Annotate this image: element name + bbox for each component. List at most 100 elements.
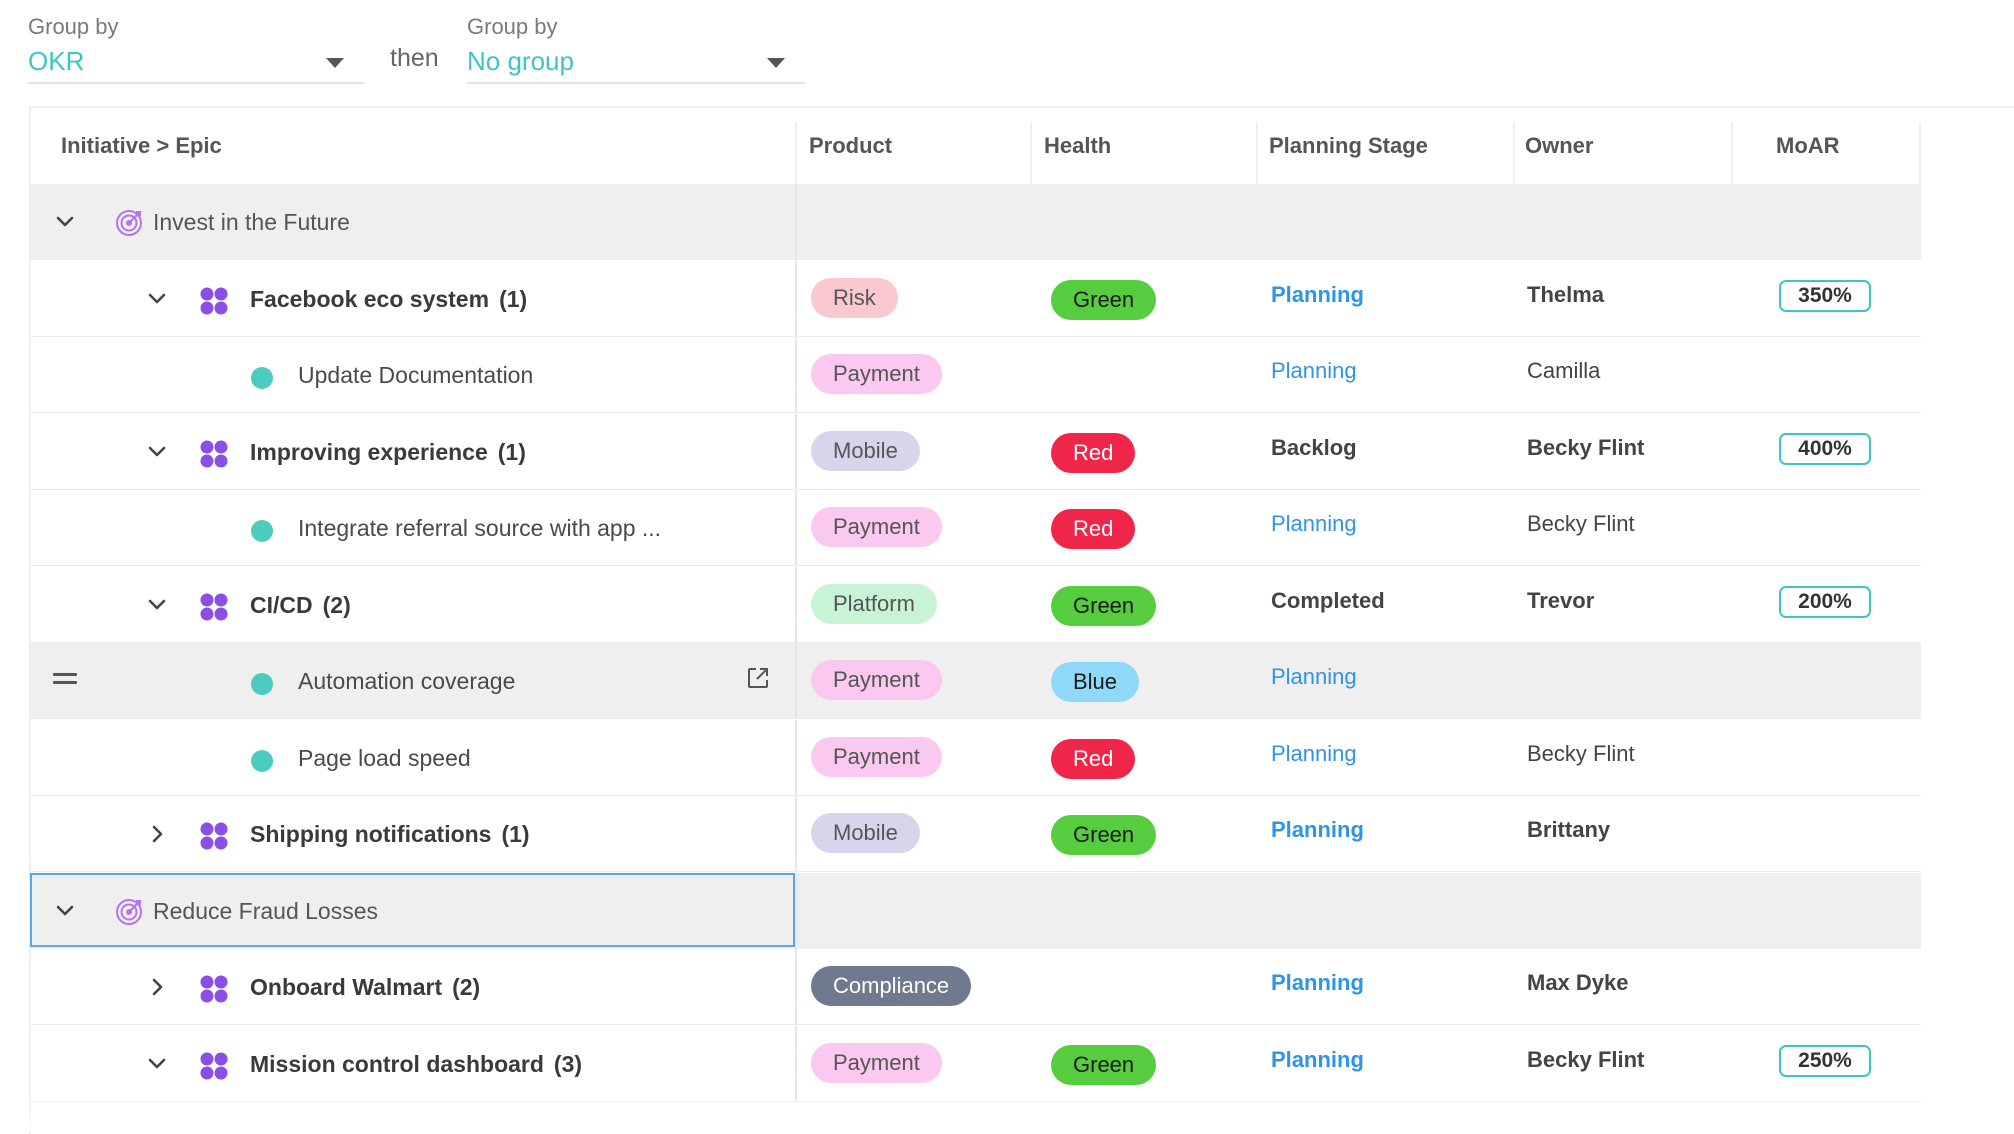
health-badge[interactable]: Blue: [1051, 662, 1140, 702]
health-badge[interactable]: Red: [1051, 509, 1136, 549]
group-by-primary-select[interactable]: Group by OKR: [28, 14, 364, 84]
epic-count: (3): [553, 1050, 583, 1077]
product-tag[interactable]: Mobile: [811, 430, 920, 471]
epic-row[interactable]: Improving experience (1) Mobile Red Backlog B…: [31, 413, 1921, 490]
drag-handle-icon[interactable]: [53, 673, 77, 687]
health-badge[interactable]: Red: [1051, 738, 1136, 779]
four-dots-icon: [199, 821, 229, 851]
chevron-down-icon[interactable]: [53, 210, 77, 234]
column-header-initiative-epic[interactable]: Initiative > Epic: [61, 108, 222, 184]
chevron-down-icon[interactable]: [53, 899, 77, 923]
chevron-right-icon[interactable]: [145, 975, 169, 999]
epic-name[interactable]: Improving experience (1): [250, 414, 526, 490]
group-row[interactable]: Invest in the Future: [31, 184, 1921, 260]
moar-badge: 200%: [1779, 585, 1871, 618]
story-name[interactable]: Update Documentation: [298, 337, 533, 413]
product-tag[interactable]: Payment: [811, 660, 942, 700]
epic-row[interactable]: CI/CD (2) Platform Green Completed Trevor 200%: [31, 566, 1921, 643]
open-external-icon[interactable]: [745, 665, 771, 691]
epic-name[interactable]: Facebook eco system (1): [250, 261, 527, 337]
story-name[interactable]: Automation coverage: [298, 643, 515, 719]
planning-stage[interactable]: Planning: [1271, 949, 1364, 1025]
column-header-moar[interactable]: MoAR: [1776, 108, 1840, 184]
caret-down-icon[interactable]: [326, 58, 344, 68]
owner-name[interactable]: Thelma: [1527, 261, 1604, 337]
health-badge[interactable]: Green: [1051, 1044, 1157, 1085]
owner-name[interactable]: Camilla: [1527, 337, 1600, 413]
owner-name[interactable]: Trevor: [1527, 567, 1594, 643]
story-row[interactable]: Update Documentation Payment Planning Camil…: [31, 337, 1921, 413]
health-badge[interactable]: Green: [1051, 585, 1157, 626]
owner-name[interactable]: Becky Flint: [1527, 414, 1644, 490]
planning-stage[interactable]: Planning: [1271, 643, 1357, 719]
product-tag[interactable]: Mobile: [811, 813, 920, 853]
caret-down-icon[interactable]: [767, 58, 785, 68]
epic-title: Facebook eco system: [250, 285, 490, 312]
column-header-health[interactable]: Health: [1044, 108, 1111, 184]
product-tag[interactable]: Payment: [811, 507, 942, 547]
chevron-down-icon[interactable]: [145, 593, 169, 617]
scroll-fade: [0, 1096, 2014, 1132]
story-name[interactable]: Page load speed: [298, 720, 471, 796]
planning-stage[interactable]: Planning: [1271, 796, 1364, 872]
group-by-secondary-select[interactable]: Group by No group: [467, 14, 805, 84]
chevron-down-icon[interactable]: [145, 440, 169, 464]
epic-name[interactable]: Shipping notifications (1): [250, 796, 530, 872]
epic-row[interactable]: Facebook eco system (1) Risk Green Planning T…: [31, 260, 1921, 337]
four-dots-icon: [199, 439, 229, 469]
planning-stage[interactable]: Planning: [1271, 720, 1357, 796]
planning-stage[interactable]: Completed: [1271, 567, 1385, 643]
group-by-primary-value[interactable]: OKR: [28, 46, 84, 77]
four-dots-icon: [199, 1051, 229, 1081]
planning-stage[interactable]: Planning: [1271, 1026, 1364, 1102]
epic-name[interactable]: Mission control dashboard (3): [250, 1026, 582, 1102]
health-badge[interactable]: Red: [1051, 432, 1136, 473]
column-header-planning-stage[interactable]: Planning Stage: [1269, 108, 1428, 184]
epic-count: (2): [322, 591, 351, 618]
column-divider: [795, 260, 797, 336]
product-tag[interactable]: Payment: [811, 354, 942, 394]
owner-name[interactable]: Brittany: [1527, 796, 1610, 872]
group-row[interactable]: Reduce Fraud Losses: [30, 872, 1921, 949]
target-icon: [113, 895, 145, 927]
product-tag[interactable]: Risk: [811, 277, 898, 318]
story-row[interactable]: Page load speed Payment Red Planning Becky F…: [31, 719, 1921, 796]
planning-stage[interactable]: Planning: [1271, 490, 1357, 566]
epic-count: (1): [501, 821, 530, 847]
planning-stage[interactable]: Planning: [1271, 337, 1357, 413]
planning-stage[interactable]: Backlog: [1271, 414, 1357, 490]
health-badge[interactable]: Green: [1051, 815, 1157, 855]
owner-name[interactable]: Max Dyke: [1527, 949, 1629, 1025]
group-by-secondary-value[interactable]: No group: [467, 46, 574, 77]
product-tag[interactable]: Payment: [811, 736, 942, 777]
epic-title: Onboard Walmart: [250, 974, 443, 1000]
story-name[interactable]: Integrate referral source with app ...: [298, 490, 661, 566]
table-header: Initiative > Epic Product Health Plannin…: [31, 108, 1921, 184]
chevron-down-icon[interactable]: [145, 287, 169, 311]
epic-row[interactable]: Mission control dashboard (3) Payment Green…: [31, 1025, 1921, 1102]
story-row[interactable]: Integrate referral source with app ... Pa…: [31, 490, 1921, 566]
owner-name[interactable]: Becky Flint: [1527, 490, 1635, 566]
four-dots-icon: [199, 286, 229, 316]
epic-title: CI/CD: [250, 591, 313, 618]
health-badge[interactable]: Green: [1051, 279, 1157, 320]
owner-name[interactable]: Becky Flint: [1527, 1026, 1644, 1102]
product-tag[interactable]: Payment: [811, 1042, 942, 1083]
epic-name[interactable]: Onboard Walmart (2): [250, 949, 480, 1025]
planning-stage[interactable]: Planning: [1271, 261, 1364, 337]
group-by-primary-label: Group by: [28, 14, 119, 39]
group-by-bar: Group by OKR then Group by No group: [0, 0, 2014, 100]
owner-name[interactable]: Becky Flint: [1527, 720, 1635, 796]
column-divider: [795, 643, 797, 718]
story-row[interactable]: Automation coverage Payment Blue Planning: [31, 643, 1921, 719]
epic-name[interactable]: CI/CD (2): [250, 567, 351, 643]
chevron-down-icon[interactable]: [145, 1052, 169, 1076]
product-tag[interactable]: Compliance: [811, 966, 972, 1006]
column-divider: [795, 566, 797, 642]
column-header-product[interactable]: Product: [809, 108, 892, 184]
epic-row[interactable]: Shipping notifications (1) Mobile Green Plan…: [31, 796, 1921, 872]
epic-row[interactable]: Onboard Walmart (2) Compliance Planning Max …: [31, 949, 1921, 1025]
column-header-owner[interactable]: Owner: [1525, 108, 1593, 184]
chevron-right-icon[interactable]: [145, 822, 169, 846]
product-tag[interactable]: Platform: [811, 583, 937, 624]
